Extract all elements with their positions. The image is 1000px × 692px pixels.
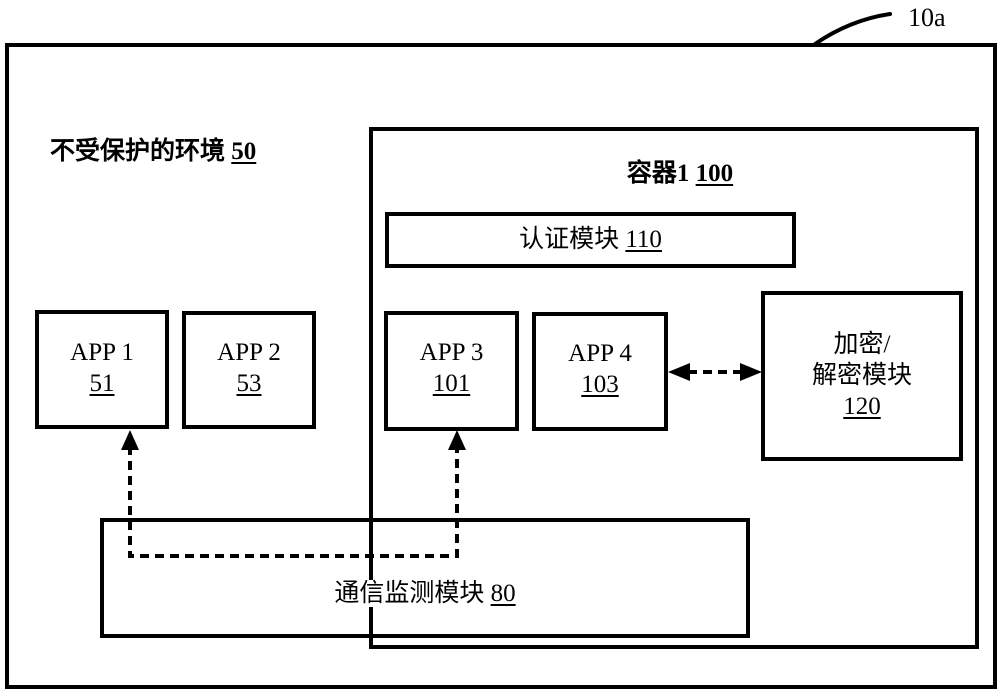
- figure-ref-label: 10a: [908, 2, 946, 33]
- arrowhead-app1: [121, 430, 139, 450]
- unprotected-env-title: 不受保护的环境 50: [50, 136, 256, 167]
- auth-module-ref: 110: [625, 226, 662, 253]
- app-text-4: APP 4 103: [532, 338, 668, 400]
- unprotected-env-label: 不受保护的环境: [50, 138, 226, 165]
- comm-monitor-title: 通信监测模块 80: [100, 578, 750, 609]
- container-label: 容器1: [626, 160, 690, 187]
- app-label-1: APP 1: [70, 339, 134, 366]
- figure-ref: 10a: [908, 3, 946, 32]
- container-title: 容器1 100: [560, 158, 800, 189]
- comm-monitor-label: 通信监测模块: [334, 580, 485, 607]
- crypto-module-line1: 加密/: [833, 331, 891, 358]
- ref-leader-line: [813, 12, 892, 46]
- comm-monitor-ref: 80: [490, 580, 516, 607]
- container-ref: 100: [695, 160, 734, 187]
- app-ref-4: 103: [581, 371, 619, 398]
- crypto-module-ref: 120: [843, 393, 881, 420]
- app-label-2: APP 2: [217, 339, 281, 366]
- crypto-module-text: 加密/ 解密模块 120: [761, 329, 963, 422]
- app-ref-3: 101: [432, 370, 471, 397]
- app-text-1: APP 1 51: [35, 337, 169, 399]
- auth-module-label: 认证模块: [519, 226, 620, 253]
- app-text-3: APP 3 101: [384, 337, 519, 399]
- crypto-module-line2: 解密模块: [811, 362, 912, 389]
- app-text-2: APP 2 53: [182, 337, 316, 399]
- app-ref-1: 51: [89, 370, 115, 397]
- app-ref-2: 53: [236, 370, 262, 397]
- auth-module-title: 认证模块 110: [385, 224, 796, 255]
- app-label-4: APP 4: [568, 340, 632, 367]
- unprotected-env-ref: 50: [231, 138, 257, 165]
- app-label-3: APP 3: [419, 339, 484, 366]
